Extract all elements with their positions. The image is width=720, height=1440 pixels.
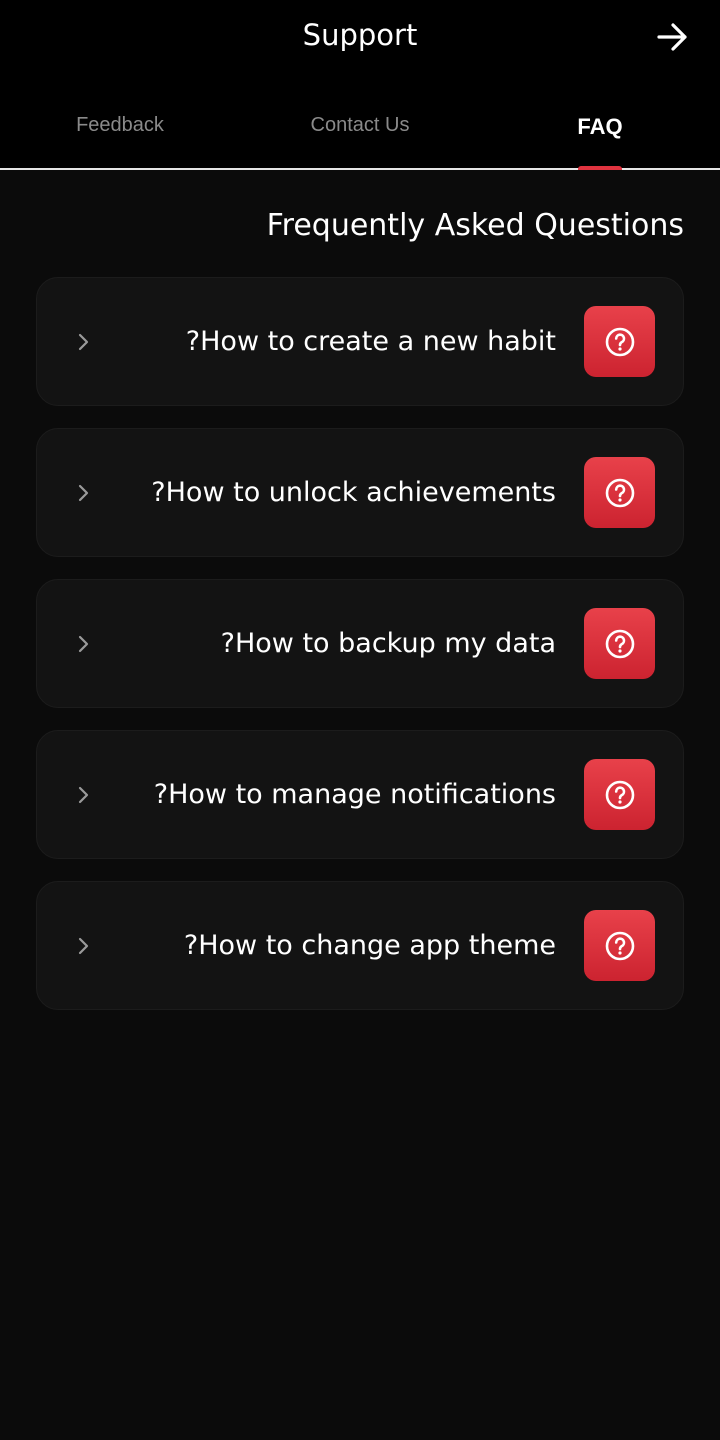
tab-label: Contact Us (310, 114, 410, 136)
chevron-right-icon (73, 935, 95, 957)
faq-question: ?How to unlock achievements (151, 477, 556, 508)
back-button[interactable] (654, 18, 692, 56)
tab-feedback[interactable]: Feedback (0, 78, 240, 168)
question-circle-icon (584, 608, 655, 679)
support-screen: Support Feedback Contact Us FAQ Frequent… (0, 0, 720, 1440)
header: Support (0, 0, 720, 78)
faq-item[interactable]: ?How to unlock achievements (36, 428, 684, 557)
faq-item[interactable]: ?How to create a new habit (36, 277, 684, 406)
chevron-right-icon (73, 482, 95, 504)
faq-question: ?How to manage notifications (153, 779, 556, 810)
chevron-right-icon (73, 784, 95, 806)
question-circle-icon (584, 910, 655, 981)
question-circle-icon (584, 457, 655, 528)
faq-question: ?How to change app theme (183, 930, 556, 961)
chevron-right-icon (73, 633, 95, 655)
faq-item[interactable]: ?How to manage notifications (36, 730, 684, 859)
faq-question: ?How to create a new habit (185, 326, 556, 357)
faq-section-title: Frequently Asked Questions (266, 208, 684, 243)
tab-bar: Feedback Contact Us FAQ (0, 78, 720, 170)
tab-faq[interactable]: FAQ (480, 78, 720, 170)
faq-item[interactable]: ?How to change app theme (36, 881, 684, 1010)
tab-label: FAQ (577, 114, 623, 139)
page-title: Support (302, 18, 418, 52)
active-tab-indicator (578, 166, 622, 170)
question-circle-icon (584, 759, 655, 830)
faq-question: ?How to backup my data (220, 628, 556, 659)
faq-list: ?How to create a new habit ?How to unloc… (36, 277, 684, 1010)
arrow-right-icon (657, 23, 687, 51)
tab-contact-us[interactable]: Contact Us (240, 78, 480, 168)
faq-item[interactable]: ?How to backup my data (36, 579, 684, 708)
question-circle-icon (584, 306, 655, 377)
chevron-right-icon (73, 331, 95, 353)
tab-label: Feedback (76, 114, 164, 136)
